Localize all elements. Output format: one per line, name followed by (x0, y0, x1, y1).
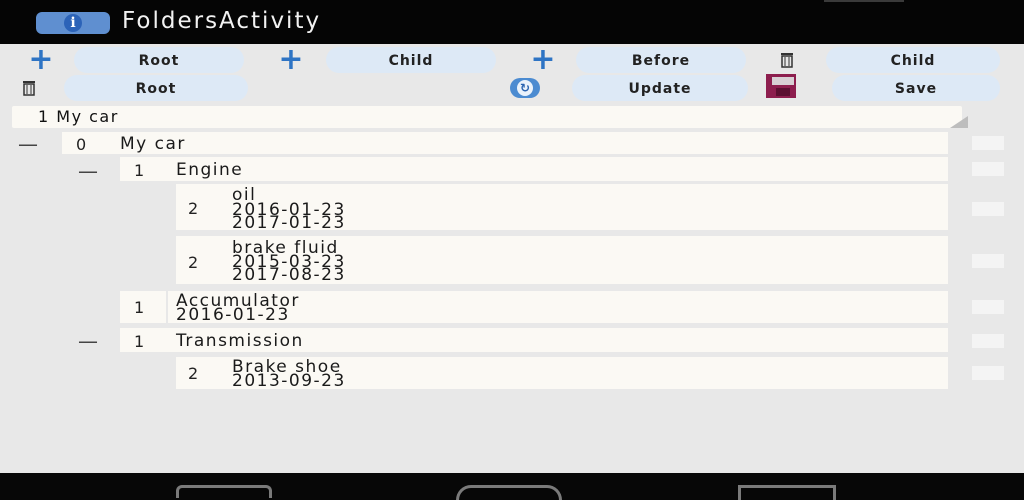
folder-selector-value: 1 My car (38, 107, 119, 126)
collapse-icon[interactable]: — (18, 134, 38, 154)
collapse-icon[interactable]: — (78, 331, 98, 351)
add-before-label: Before (631, 53, 691, 69)
plus-icon[interactable]: + (276, 45, 306, 75)
scroll-marker (972, 162, 1004, 176)
update-label: Update (628, 81, 692, 97)
scroll-marker (972, 366, 1004, 380)
delete-child-label: Child (890, 53, 936, 69)
plus-icon[interactable]: + (528, 45, 558, 75)
delete-child-button[interactable]: Child (826, 47, 1000, 73)
home-icon[interactable] (456, 485, 562, 500)
update-icon[interactable]: ↻ (510, 77, 540, 99)
scroll-marker (972, 202, 1004, 216)
scroll-marker (972, 300, 1004, 314)
add-before-button[interactable]: Before (576, 47, 746, 73)
tree-node-label: Transmission (176, 331, 304, 351)
add-root-button[interactable]: Root (74, 47, 244, 73)
back-icon[interactable] (176, 485, 272, 498)
save-label: Save (894, 81, 938, 97)
save-icon[interactable] (766, 74, 796, 98)
tree-node-date: 2017-08-23 (232, 265, 346, 285)
trash-icon[interactable] (14, 77, 44, 99)
tree-node-date: 2016-01-23 (176, 305, 290, 325)
tree-node-date: 2017-01-23 (232, 213, 346, 233)
scroll-marker (972, 334, 1004, 348)
tree-level: 1 (134, 332, 145, 351)
update-button[interactable]: Update (572, 75, 748, 101)
title-bar: i FoldersActivity (0, 0, 1024, 44)
plus-icon[interactable]: + (26, 45, 56, 75)
dropdown-icon (950, 116, 968, 128)
trash-icon[interactable] (772, 49, 802, 71)
tree-level: 1 (134, 298, 145, 317)
navigation-bar (0, 473, 1024, 500)
tree-node-label: My car (120, 134, 186, 154)
info-icon[interactable]: i (36, 12, 110, 34)
save-button[interactable]: Save (832, 75, 1000, 101)
toolbar-row-2: Root ↻ Update Save (0, 74, 1008, 102)
tree-level: 2 (188, 199, 199, 218)
add-child-label: Child (388, 53, 434, 69)
tree-node-date: 2013-09-23 (232, 371, 346, 391)
tree-level: 0 (76, 135, 87, 154)
status-bar-fragment (824, 0, 904, 2)
folder-selector[interactable]: 1 My car (12, 106, 968, 128)
delete-root-button[interactable]: Root (64, 75, 248, 101)
tree-level: 1 (134, 161, 145, 180)
collapse-icon[interactable]: — (78, 161, 98, 181)
tree-level: 2 (188, 253, 199, 272)
tree-node-engine[interactable] (120, 157, 948, 181)
recent-apps-icon[interactable] (738, 485, 836, 500)
tree-level: 2 (188, 364, 199, 383)
toolbar-row-1: + Root + Child + Before Child (0, 45, 1008, 75)
page-title: FoldersActivity (122, 8, 322, 34)
add-root-label: Root (138, 53, 180, 69)
tree-node-my-car[interactable] (62, 132, 948, 154)
delete-root-label: Root (135, 81, 177, 97)
scroll-marker (972, 136, 1004, 150)
tree-node-label: Engine (176, 160, 244, 180)
add-child-button[interactable]: Child (326, 47, 496, 73)
scroll-marker (972, 254, 1004, 268)
